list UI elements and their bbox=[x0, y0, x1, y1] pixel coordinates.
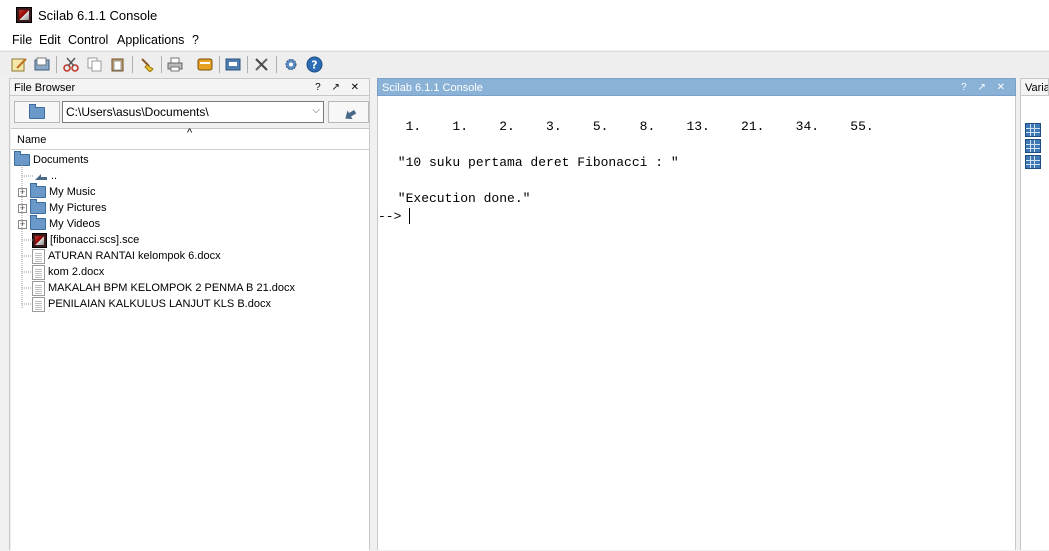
svg-text:?: ? bbox=[311, 59, 317, 72]
folder-icon bbox=[30, 199, 46, 214]
tree-item-label: ATURAN RANTAI kelompok 6.docx bbox=[48, 250, 221, 262]
console-output-done: "Execution done." bbox=[390, 191, 531, 206]
tree-item-label: My Videos bbox=[49, 218, 101, 230]
toolbar: ? bbox=[0, 51, 1049, 77]
file-tree[interactable]: Name ^ Documents .. + My Music + My Pict… bbox=[11, 127, 369, 551]
tree-item-my-videos[interactable]: + My Videos bbox=[18, 215, 101, 232]
folder-icon bbox=[30, 215, 46, 230]
file-browser-header: File Browser ? ↗ ✕ bbox=[9, 78, 370, 96]
folder-icon bbox=[30, 183, 46, 198]
console-title: Scilab 6.1.1 Console bbox=[382, 82, 483, 94]
tree-item-my-music[interactable]: + My Music bbox=[18, 183, 96, 200]
document-icon bbox=[32, 248, 45, 264]
tree-item-penilaian-kalkulus[interactable]: PENILAIAN KALKULUS LANJUT KLS B.docx bbox=[32, 296, 271, 312]
help-icon[interactable]: ? bbox=[305, 56, 323, 73]
tree-item-kom-2[interactable]: kom 2.docx bbox=[32, 264, 104, 280]
name-column-label: Name bbox=[17, 134, 47, 146]
tree-item-parent[interactable]: .. bbox=[34, 168, 57, 184]
menu-help[interactable]: ? bbox=[192, 33, 199, 47]
tree-item-label: kom 2.docx bbox=[48, 266, 105, 278]
tree-item-aturan-rantai[interactable]: ATURAN RANTAI kelompok 6.docx bbox=[32, 248, 221, 264]
tree-item-fibonacci-sce[interactable]: [fibonacci.scs].sce bbox=[32, 232, 139, 248]
document-icon bbox=[32, 296, 45, 312]
variable-row[interactable] bbox=[1021, 138, 1049, 154]
go-up-arrow-icon bbox=[35, 174, 47, 180]
file-browser-panel: C:\Users\asus\Documents\ ⌵ Name ^ Docume… bbox=[9, 96, 370, 551]
document-icon bbox=[32, 280, 45, 296]
paste-icon[interactable] bbox=[109, 56, 127, 73]
variable-browser-header: Varia bbox=[1020, 78, 1049, 96]
matrix-variable-icon bbox=[1025, 155, 1041, 169]
variable-browser-icon[interactable] bbox=[196, 56, 214, 73]
tree-item-label: .. bbox=[51, 170, 58, 182]
console-header-buttons[interactable]: ? ↗ ✕ bbox=[961, 82, 1009, 93]
scilab-file-icon bbox=[32, 232, 47, 248]
tree-item-label: MAKALAH BPM KELOMPOK 2 PENMA B 21.docx bbox=[48, 282, 295, 294]
tree-item-label: Documents bbox=[33, 154, 89, 166]
console-panel[interactable]: 1. 1. 2. 3. 5. 8. 13. 21. 34. 55. "10 su… bbox=[377, 96, 1016, 550]
select-directory-button[interactable] bbox=[14, 101, 60, 123]
window-title: Scilab 6.1.1 Console bbox=[38, 8, 158, 23]
tree-item-label: [fibonacci.scs].sce bbox=[50, 234, 140, 246]
console-header: Scilab 6.1.1 Console ? ↗ ✕ bbox=[377, 78, 1016, 96]
xcos-icon[interactable] bbox=[224, 56, 242, 73]
new-script-icon[interactable] bbox=[10, 56, 28, 73]
preferences-icon[interactable] bbox=[282, 56, 300, 73]
parent-directory-button[interactable] bbox=[328, 101, 369, 123]
tree-item-my-pictures[interactable]: + My Pictures bbox=[18, 199, 107, 216]
tree-item-label: PENILAIAN KALKULUS LANJUT KLS B.docx bbox=[48, 298, 271, 310]
variable-browser-panel[interactable] bbox=[1020, 96, 1049, 550]
text-cursor bbox=[409, 208, 410, 224]
variable-browser-title: Varia bbox=[1025, 82, 1049, 94]
document-icon bbox=[32, 264, 45, 280]
file-browser-title: File Browser bbox=[14, 82, 76, 94]
expand-icon[interactable]: + bbox=[18, 187, 27, 197]
variable-row[interactable] bbox=[1021, 154, 1049, 170]
copy-icon[interactable] bbox=[86, 56, 104, 73]
folder-icon bbox=[29, 104, 45, 119]
expand-icon[interactable]: + bbox=[18, 203, 27, 213]
tree-item-label: My Pictures bbox=[49, 202, 107, 214]
console-output-numbers: 1. 1. 2. 3. 5. 8. 13. 21. 34. 55. bbox=[390, 119, 874, 134]
name-column-header[interactable]: Name ^ bbox=[11, 127, 369, 150]
menu-bar: File Edit Control Applications ? bbox=[0, 30, 1049, 50]
tree-item-makalah-bpm[interactable]: MAKALAH BPM KELOMPOK 2 PENMA B 21.docx bbox=[32, 280, 295, 296]
menu-edit[interactable]: Edit bbox=[39, 33, 61, 47]
expand-icon[interactable]: + bbox=[18, 219, 27, 229]
matrix-variable-icon bbox=[1025, 139, 1041, 153]
clear-console-icon[interactable] bbox=[138, 56, 156, 73]
scilab-logo-icon bbox=[16, 7, 32, 23]
cut-icon[interactable] bbox=[62, 56, 80, 73]
path-combobox[interactable]: C:\Users\asus\Documents\ ⌵ bbox=[62, 101, 324, 123]
title-bar: Scilab 6.1.1 Console bbox=[0, 0, 1049, 30]
menu-applications[interactable]: Applications bbox=[117, 33, 184, 47]
chevron-down-icon[interactable]: ⌵ bbox=[312, 105, 320, 116]
print-icon[interactable] bbox=[166, 56, 184, 73]
file-browser-header-buttons[interactable]: ? ↗ ✕ bbox=[315, 82, 363, 93]
menu-file[interactable]: File bbox=[12, 33, 32, 47]
console-output-message: "10 suku pertama deret Fibonacci : " bbox=[390, 155, 679, 170]
folder-open-icon bbox=[14, 151, 30, 166]
matrix-variable-icon bbox=[1025, 123, 1041, 137]
open-file-icon[interactable] bbox=[33, 56, 51, 73]
tree-item-label: My Music bbox=[49, 186, 96, 198]
sort-ascending-icon: ^ bbox=[187, 127, 193, 139]
go-up-arrow-icon bbox=[345, 110, 357, 119]
menu-control[interactable]: Control bbox=[68, 33, 108, 47]
tree-root-documents[interactable]: Documents bbox=[14, 151, 89, 168]
module-manager-icon[interactable] bbox=[253, 56, 271, 73]
console-prompt: --> bbox=[378, 209, 402, 224]
variable-row[interactable] bbox=[1021, 122, 1049, 138]
path-value: C:\Users\asus\Documents\ bbox=[66, 105, 209, 119]
